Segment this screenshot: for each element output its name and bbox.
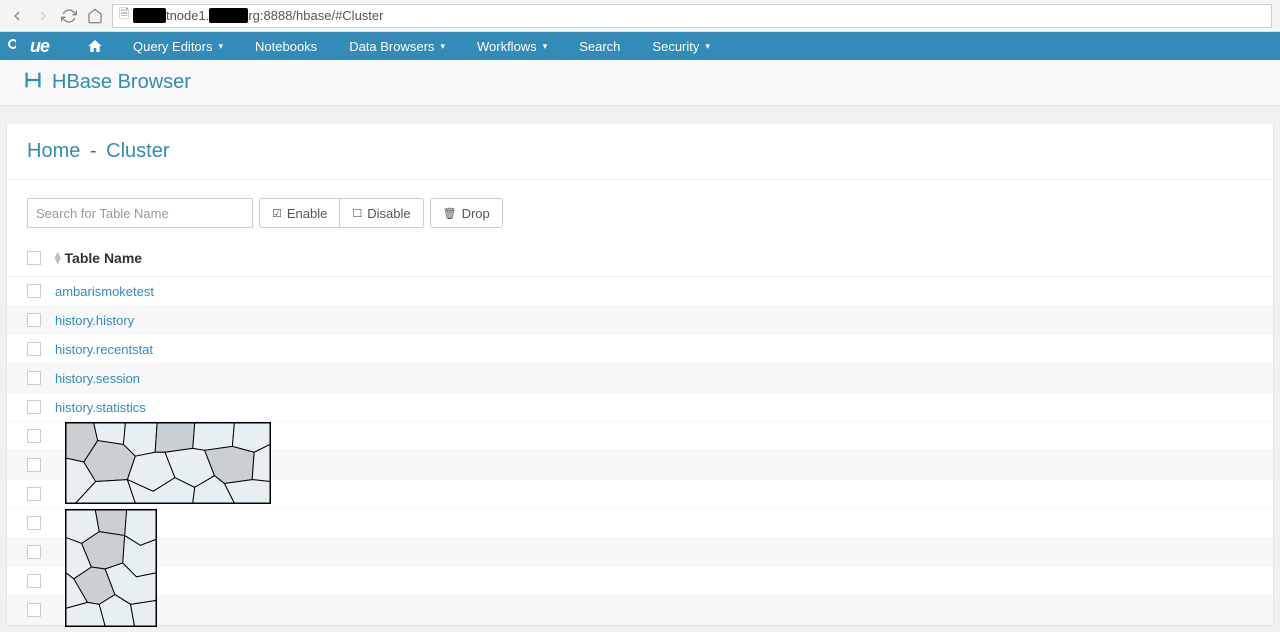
breadcrumb-home[interactable]: Home [27,140,80,162]
table-link[interactable]: history.session [55,371,140,386]
table-row: history.statistics [7,393,1273,422]
trash-icon: 🗑 [443,207,457,220]
url-redacted: xxxxx [133,8,166,23]
nav-label: Data Browsers [349,39,434,54]
chevron-down-icon: ▾ [705,41,710,52]
table-row [7,538,1273,567]
row-checkbox[interactable] [27,458,41,472]
table-row [7,596,1273,625]
url-bar[interactable]: 🗎 xxxxx tnode1. xxxxxx rg:8888/hbase/#Cl… [112,4,1272,28]
row-checkbox[interactable] [27,342,41,356]
url-redacted: xxxxxx [209,8,248,23]
forward-button[interactable] [34,7,52,25]
content-shell: Home - Cluster ☑ Enable ☐ Disable 🗑 Drop [0,106,1280,632]
table-row [7,451,1273,480]
app-title-text: HBase Browser [52,71,191,94]
app-title[interactable]: HBase Browser [22,69,191,97]
browser-home-button[interactable] [86,7,104,25]
sort-icon[interactable]: ▴▾ [55,252,61,264]
nav-security[interactable]: Security ▾ [636,32,726,60]
row-checkbox[interactable] [27,371,41,385]
browser-chrome: 🗎 xxxxx tnode1. xxxxxx rg:8888/hbase/#Cl… [0,0,1280,32]
back-button[interactable] [8,7,26,25]
url-text-2: rg:8888/hbase/#Cluster [248,8,383,23]
disable-label: Disable [367,206,410,221]
table-link[interactable]: ambarismoketest [55,284,154,299]
enable-label: Enable [287,206,327,221]
breadcrumb-cluster[interactable]: Cluster [106,140,169,162]
nav-label: Notebooks [255,39,317,54]
table-row [7,422,1273,451]
table-row: history.session [7,364,1273,393]
table-header-label: Table Name [65,250,143,266]
row-checkbox[interactable] [27,284,41,298]
reload-button[interactable] [60,7,78,25]
hue-logo-icon [8,36,28,57]
table-link[interactable]: history.recentstat [55,342,153,357]
nav-label: Security [652,39,699,54]
table-link[interactable]: history.statistics [55,400,146,415]
breadcrumb: Home - Cluster [7,124,1273,180]
nav-label: Workflows [477,39,537,54]
search-input[interactable] [27,198,253,228]
row-checkbox[interactable] [27,516,41,530]
nav-data-browsers[interactable]: Data Browsers ▾ [333,32,461,60]
chevron-down-icon: ▾ [543,41,548,52]
chevron-down-icon: ▾ [219,41,224,52]
row-checkbox[interactable] [27,603,41,617]
row-checkbox[interactable] [27,545,41,559]
content-panel: Home - Cluster ☑ Enable ☐ Disable 🗑 Drop [6,124,1274,626]
row-checkbox[interactable] [27,429,41,443]
disable-button[interactable]: ☐ Disable [340,198,423,228]
nav-label: Query Editors [133,39,212,54]
row-checkbox[interactable] [27,313,41,327]
nav-home[interactable] [73,32,117,60]
chevron-down-icon: ▾ [440,41,445,52]
drop-label: Drop [462,206,490,221]
square-icon: ☐ [352,207,362,220]
enable-disable-group: ☑ Enable ☐ Disable [259,198,424,228]
table-row [7,480,1273,509]
hbase-icon [22,69,44,97]
top-nav: ue Query Editors ▾ Notebooks Data Browse… [0,32,1280,60]
nav-notebooks[interactable]: Notebooks [239,32,333,60]
home-icon [87,38,103,54]
drop-button[interactable]: 🗑 Drop [430,198,503,228]
toolbar: ☑ Enable ☐ Disable 🗑 Drop [7,180,1273,240]
table-row: ambarismoketest [7,277,1273,306]
table-row [7,567,1273,596]
enable-button[interactable]: ☑ Enable [259,198,340,228]
hue-logo[interactable]: ue [8,36,49,57]
table-row: history.history [7,306,1273,335]
row-checkbox[interactable] [27,400,41,414]
row-checkbox[interactable] [27,574,41,588]
row-checkbox[interactable] [27,487,41,501]
breadcrumb-separator: - [90,140,97,162]
table-row: history.recentstat [7,335,1273,364]
check-icon: ☑ [272,207,282,220]
select-all-checkbox[interactable] [27,251,41,265]
table-header: ▴▾ Table Name [7,240,1273,277]
page-icon: 🗎 [119,5,129,27]
url-text-1: tnode1. [166,8,209,23]
nav-search[interactable]: Search [563,32,636,60]
sub-header: HBase Browser [0,60,1280,106]
nav-query-editors[interactable]: Query Editors ▾ [117,32,239,60]
nav-label: Search [579,39,620,54]
table-link[interactable]: history.history [55,313,134,328]
hue-logo-text: ue [30,36,49,57]
tables-list: ▴▾ Table Name ambarismoketest history.hi… [7,240,1273,625]
nav-workflows[interactable]: Workflows ▾ [461,32,563,60]
table-row [7,509,1273,538]
